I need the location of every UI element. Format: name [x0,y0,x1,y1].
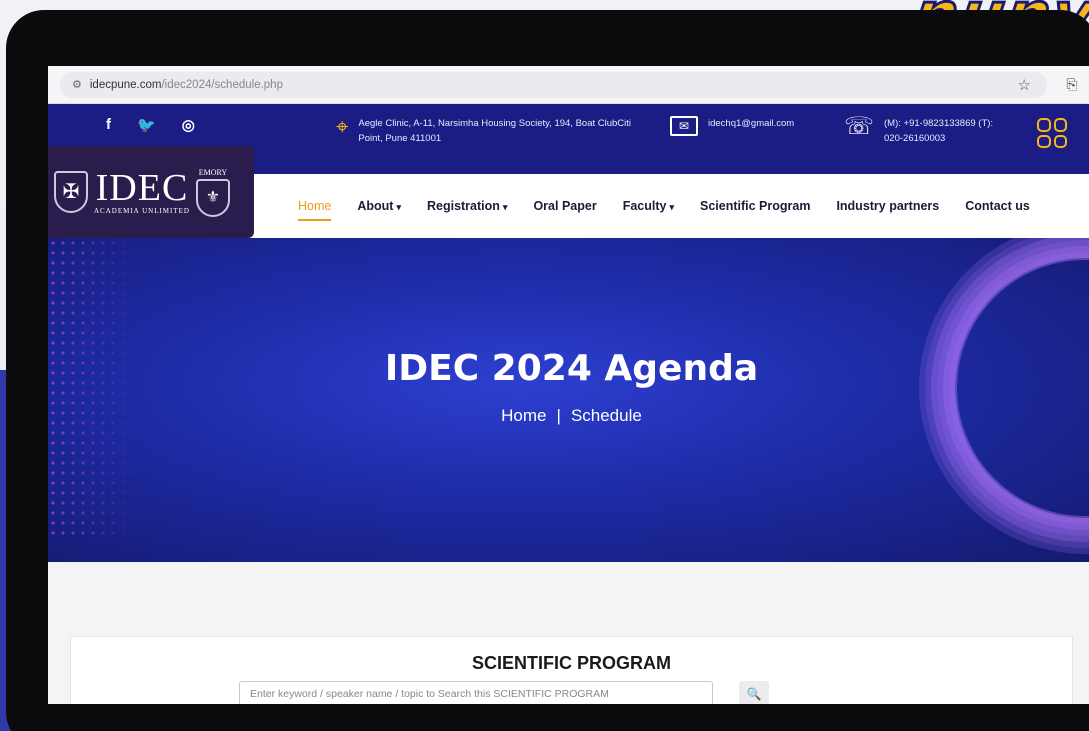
nav-industry-partners[interactable]: Industry partners [836,199,939,213]
phone-ring-icon: ☏ [844,113,875,140]
search-icon: 🔍 [746,687,762,701]
program-card: SCIENTIFIC PROGRAM Enter keyword / speak… [70,636,1073,704]
idec-crest-icon: ✠ [54,171,88,213]
site-logo[interactable]: ✠ IDEC ACADEMIA UNLIMITED EMORY ⚜ [48,146,254,238]
phone-block[interactable]: ☏ (M): +91-9823133869 (T): 020-26160003 [844,113,1014,146]
nav-scientific-program[interactable]: Scientific Program [700,199,810,213]
twitter-icon[interactable]: 🐦 [137,116,156,134]
nav-oral-paper[interactable]: Oral Paper [533,199,596,213]
breadcrumb-current: Schedule [570,406,642,425]
instagram-icon[interactable]: ◎ [182,116,195,134]
menu-grid-icon[interactable] [1037,118,1067,148]
social-links: f 🐦 ◎ [106,116,195,134]
address-bar[interactable]: ⚙ idecpune.com/idec2024/schedule.php ☆ [60,71,1047,98]
url-path: /idec2024/schedule.php [161,78,283,91]
logo-wordmark: IDEC ACADEMIA UNLIMITED [94,169,190,215]
main-nav: Home About ▾ Registration ▾ Oral Paper Fac… [254,174,1089,238]
search-input[interactable]: Enter keyword / speaker name / topic to … [239,681,713,704]
emory-label: EMORY [198,167,228,177]
chevron-down-icon: ▾ [396,202,401,212]
breadcrumb: Home | Schedule [48,406,1089,426]
envelope-icon: ✉ [670,116,698,136]
nav-faculty[interactable]: Faculty ▾ [623,199,674,213]
nav-home[interactable]: Home [298,199,332,221]
browser-screen: ⚙ idecpune.com/idec2024/schedule.php ☆ ⎘… [48,66,1089,704]
content-area: SCIENTIFIC PROGRAM Enter keyword / speak… [48,562,1089,704]
chevron-down-icon: ▾ [502,202,508,212]
bookmark-star-icon[interactable]: ☆ [1018,76,1031,94]
address-text: Aegle Clinic, A-11, Narsimha Housing Soc… [358,118,632,144]
address-block: ⌖ Aegle Clinic, A-11, Narsimha Housing S… [336,116,646,146]
section-heading: SCIENTIFIC PROGRAM [471,653,671,673]
emory-logo: EMORY ⚜ [195,167,230,217]
laptop-frame: ⚙ idecpune.com/idec2024/schedule.php ☆ ⎘… [6,10,1089,731]
emory-crest-icon: ⚜ [195,178,230,217]
url-domain: idecpune.com [89,78,162,91]
nav-contact-us[interactable]: Contact us [965,199,1030,213]
breadcrumb-separator: | [556,406,561,425]
search-button[interactable]: 🔍 [739,681,769,704]
email-block[interactable]: ✉ idechq1@gmail.com [670,116,794,136]
site-settings-icon[interactable]: ⚙ [72,78,82,91]
chevron-down-icon: ▾ [669,202,674,212]
logo-text: IDEC [95,167,189,209]
nav-about[interactable]: About ▾ [357,199,401,213]
extensions-icon[interactable]: ⎘ [1061,76,1083,93]
location-pin-icon: ⌖ [336,114,349,139]
breadcrumb-home[interactable]: Home [501,406,546,425]
browser-toolbar: ⚙ idecpune.com/idec2024/schedule.php ☆ ⎘ [48,66,1089,104]
nav-registration[interactable]: Registration ▾ [427,199,507,213]
logo-tagline: ACADEMIA UNLIMITED [94,207,190,215]
phone-text[interactable]: (M): +91-9823133869 (T): 020-26160003 [884,116,1014,146]
page-title: IDEC 2024 Agenda [384,348,759,389]
email-text[interactable]: idechq1@gmail.com [708,116,794,131]
hero-banner: IDEC 2024 Agenda Home | Schedule [48,238,1089,562]
facebook-icon[interactable]: f [106,116,111,134]
